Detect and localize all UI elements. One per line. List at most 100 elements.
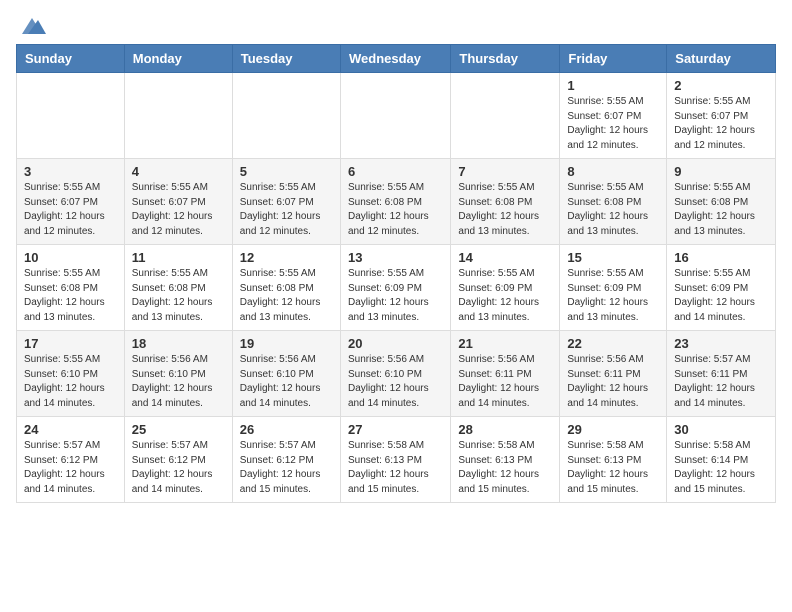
day-info: Sunrise: 5:56 AM Sunset: 6:10 PM Dayligh… xyxy=(348,353,443,411)
day-info: Sunrise: 5:55 AM Sunset: 6:07 PM Dayligh… xyxy=(132,181,225,239)
day-number: 22 xyxy=(567,336,659,351)
weekday-header-tuesday: Tuesday xyxy=(232,45,340,73)
day-number: 18 xyxy=(132,336,225,351)
day-info: Sunrise: 5:55 AM Sunset: 6:10 PM Dayligh… xyxy=(24,353,117,411)
calendar-day-11: 11 Sunrise: 5:55 AM Sunset: 6:08 PM Dayli… xyxy=(124,245,232,331)
day-info: Sunrise: 5:55 AM Sunset: 6:09 PM Dayligh… xyxy=(567,267,659,325)
logo-icon xyxy=(18,16,46,36)
day-info: Sunrise: 5:55 AM Sunset: 6:08 PM Dayligh… xyxy=(674,181,768,239)
day-info: Sunrise: 5:57 AM Sunset: 6:12 PM Dayligh… xyxy=(132,439,225,497)
day-number: 9 xyxy=(674,164,768,179)
calendar-day-4: 4 Sunrise: 5:55 AM Sunset: 6:07 PM Daylig… xyxy=(124,159,232,245)
calendar-day-12: 12 Sunrise: 5:55 AM Sunset: 6:08 PM Dayli… xyxy=(232,245,340,331)
weekday-header-row: SundayMondayTuesdayWednesdayThursdayFrid… xyxy=(17,45,776,73)
day-number: 12 xyxy=(240,250,333,265)
calendar-day-7: 7Sunrise: 5:55 AM Sunset: 6:08 PM Daylig… xyxy=(451,159,560,245)
calendar-day-27: 27 Sunrise: 5:58 AM Sunset: 6:13 PM Dayli… xyxy=(340,417,450,503)
weekday-header-sunday: Sunday xyxy=(17,45,125,73)
day-number: 13 xyxy=(348,250,443,265)
day-number: 28 xyxy=(458,422,552,437)
calendar-day-8: 8 Sunrise: 5:55 AM Sunset: 6:08 PM Daylig… xyxy=(560,159,667,245)
calendar-empty-cell xyxy=(124,73,232,159)
day-info: Sunrise: 5:55 AM Sunset: 6:08 PM Dayligh… xyxy=(132,267,225,325)
calendar-day-18: 18 Sunrise: 5:56 AM Sunset: 6:10 PM Dayli… xyxy=(124,331,232,417)
calendar-day-16: 16Sunrise: 5:55 AM Sunset: 6:09 PM Dayli… xyxy=(667,245,776,331)
day-info: Sunrise: 5:58 AM Sunset: 6:13 PM Dayligh… xyxy=(348,439,443,497)
day-info: Sunrise: 5:55 AM Sunset: 6:08 PM Dayligh… xyxy=(24,267,117,325)
day-number: 19 xyxy=(240,336,333,351)
day-info: Sunrise: 5:56 AM Sunset: 6:10 PM Dayligh… xyxy=(240,353,333,411)
day-number: 7 xyxy=(458,164,552,179)
weekday-header-saturday: Saturday xyxy=(667,45,776,73)
day-info: Sunrise: 5:56 AM Sunset: 6:11 PM Dayligh… xyxy=(458,353,552,411)
calendar-day-13: 13Sunrise: 5:55 AM Sunset: 6:09 PM Dayli… xyxy=(340,245,450,331)
day-number: 5 xyxy=(240,164,333,179)
day-info: Sunrise: 5:55 AM Sunset: 6:08 PM Dayligh… xyxy=(348,181,443,239)
day-info: Sunrise: 5:58 AM Sunset: 6:14 PM Dayligh… xyxy=(674,439,768,497)
day-info: Sunrise: 5:55 AM Sunset: 6:07 PM Dayligh… xyxy=(674,95,768,153)
day-number: 26 xyxy=(240,422,333,437)
calendar-day-3: 3 Sunrise: 5:55 AM Sunset: 6:07 PM Daylig… xyxy=(17,159,125,245)
logo xyxy=(16,16,46,32)
day-number: 8 xyxy=(567,164,659,179)
day-info: Sunrise: 5:55 AM Sunset: 6:07 PM Dayligh… xyxy=(24,181,117,239)
day-number: 27 xyxy=(348,422,443,437)
day-number: 14 xyxy=(458,250,552,265)
calendar-day-14: 14Sunrise: 5:55 AM Sunset: 6:09 PM Dayli… xyxy=(451,245,560,331)
calendar-day-20: 20 Sunrise: 5:56 AM Sunset: 6:10 PM Dayli… xyxy=(340,331,450,417)
calendar-day-23: 23 Sunrise: 5:57 AM Sunset: 6:11 PM Dayli… xyxy=(667,331,776,417)
weekday-header-wednesday: Wednesday xyxy=(340,45,450,73)
day-number: 16 xyxy=(674,250,768,265)
day-number: 3 xyxy=(24,164,117,179)
day-number: 24 xyxy=(24,422,117,437)
weekday-header-thursday: Thursday xyxy=(451,45,560,73)
calendar-week-row: 1 Sunrise: 5:55 AM Sunset: 6:07 PM Daylig… xyxy=(17,73,776,159)
calendar-day-22: 22 Sunrise: 5:56 AM Sunset: 6:11 PM Dayli… xyxy=(560,331,667,417)
calendar-day-26: 26Sunrise: 5:57 AM Sunset: 6:12 PM Dayli… xyxy=(232,417,340,503)
day-number: 15 xyxy=(567,250,659,265)
day-number: 10 xyxy=(24,250,117,265)
day-number: 23 xyxy=(674,336,768,351)
day-info: Sunrise: 5:55 AM Sunset: 6:08 PM Dayligh… xyxy=(240,267,333,325)
day-info: Sunrise: 5:55 AM Sunset: 6:07 PM Dayligh… xyxy=(567,95,659,153)
day-info: Sunrise: 5:58 AM Sunset: 6:13 PM Dayligh… xyxy=(458,439,552,497)
day-number: 6 xyxy=(348,164,443,179)
calendar-day-29: 29 Sunrise: 5:58 AM Sunset: 6:13 PM Dayli… xyxy=(560,417,667,503)
page-header xyxy=(16,16,776,32)
calendar-empty-cell xyxy=(340,73,450,159)
calendar-day-24: 24 Sunrise: 5:57 AM Sunset: 6:12 PM Dayli… xyxy=(17,417,125,503)
day-number: 11 xyxy=(132,250,225,265)
day-number: 29 xyxy=(567,422,659,437)
calendar-day-30: 30Sunrise: 5:58 AM Sunset: 6:14 PM Dayli… xyxy=(667,417,776,503)
day-number: 1 xyxy=(567,78,659,93)
calendar-week-row: 3 Sunrise: 5:55 AM Sunset: 6:07 PM Daylig… xyxy=(17,159,776,245)
day-number: 4 xyxy=(132,164,225,179)
calendar-table: SundayMondayTuesdayWednesdayThursdayFrid… xyxy=(16,44,776,503)
calendar-week-row: 10 Sunrise: 5:55 AM Sunset: 6:08 PM Dayli… xyxy=(17,245,776,331)
weekday-header-monday: Monday xyxy=(124,45,232,73)
calendar-day-6: 6 Sunrise: 5:55 AM Sunset: 6:08 PM Daylig… xyxy=(340,159,450,245)
calendar-day-15: 15 Sunrise: 5:55 AM Sunset: 6:09 PM Dayli… xyxy=(560,245,667,331)
calendar-empty-cell xyxy=(451,73,560,159)
day-info: Sunrise: 5:57 AM Sunset: 6:11 PM Dayligh… xyxy=(674,353,768,411)
calendar-day-19: 19 Sunrise: 5:56 AM Sunset: 6:10 PM Dayli… xyxy=(232,331,340,417)
day-info: Sunrise: 5:58 AM Sunset: 6:13 PM Dayligh… xyxy=(567,439,659,497)
calendar-day-25: 25 Sunrise: 5:57 AM Sunset: 6:12 PM Dayli… xyxy=(124,417,232,503)
calendar-day-9: 9 Sunrise: 5:55 AM Sunset: 6:08 PM Daylig… xyxy=(667,159,776,245)
day-number: 20 xyxy=(348,336,443,351)
day-info: Sunrise: 5:56 AM Sunset: 6:10 PM Dayligh… xyxy=(132,353,225,411)
day-number: 2 xyxy=(674,78,768,93)
calendar-week-row: 17Sunrise: 5:55 AM Sunset: 6:10 PM Dayli… xyxy=(17,331,776,417)
day-number: 25 xyxy=(132,422,225,437)
calendar-day-28: 28 Sunrise: 5:58 AM Sunset: 6:13 PM Dayli… xyxy=(451,417,560,503)
calendar-day-1: 1 Sunrise: 5:55 AM Sunset: 6:07 PM Daylig… xyxy=(560,73,667,159)
calendar-empty-cell xyxy=(232,73,340,159)
day-info: Sunrise: 5:55 AM Sunset: 6:08 PM Dayligh… xyxy=(567,181,659,239)
calendar-empty-cell xyxy=(17,73,125,159)
weekday-header-friday: Friday xyxy=(560,45,667,73)
calendar-day-10: 10 Sunrise: 5:55 AM Sunset: 6:08 PM Dayli… xyxy=(17,245,125,331)
day-number: 21 xyxy=(458,336,552,351)
day-info: Sunrise: 5:56 AM Sunset: 6:11 PM Dayligh… xyxy=(567,353,659,411)
day-info: Sunrise: 5:57 AM Sunset: 6:12 PM Dayligh… xyxy=(24,439,117,497)
calendar-day-17: 17Sunrise: 5:55 AM Sunset: 6:10 PM Dayli… xyxy=(17,331,125,417)
